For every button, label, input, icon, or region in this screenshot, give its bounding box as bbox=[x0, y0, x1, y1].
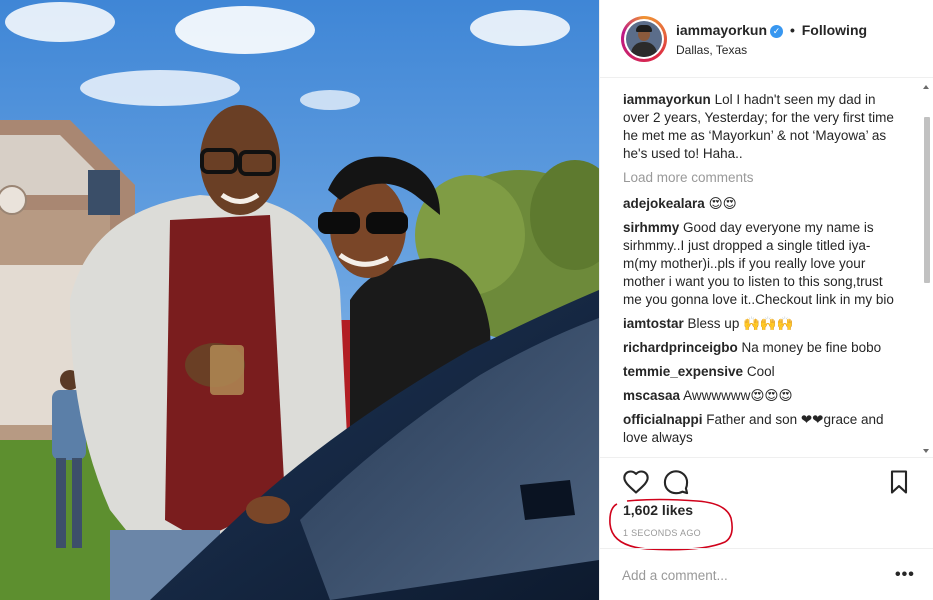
comment-text: Bless up 🙌🙌🙌 bbox=[687, 316, 794, 331]
scrollbar-thumb[interactable] bbox=[924, 117, 930, 283]
comment-text: 😍😍 bbox=[708, 196, 737, 211]
bookmark-icon[interactable] bbox=[885, 468, 913, 496]
comment-username[interactable]: officialnappi bbox=[623, 412, 703, 427]
comment-username[interactable]: iamtostar bbox=[623, 316, 684, 331]
header-user-line: iammayorkun ✓ • Following bbox=[676, 22, 867, 38]
scroll-up-arrow-icon[interactable] bbox=[923, 85, 929, 89]
location-link[interactable]: Dallas, Texas bbox=[676, 43, 747, 57]
post-actions: 1,602 likes 1 SECONDS AGO bbox=[600, 457, 933, 551]
comment-username[interactable]: richardprinceigbo bbox=[623, 340, 738, 355]
caption: iammayorkun Lol I hadn't seen my dad in … bbox=[623, 91, 897, 163]
comment-item: mscasaa Awwwwww😍😍😍 bbox=[623, 387, 897, 405]
comment-username[interactable]: adejokealara bbox=[623, 196, 705, 211]
comment-item: temmie_expensive Cool bbox=[623, 363, 897, 381]
comment-username[interactable]: temmie_expensive bbox=[623, 364, 743, 379]
comment-bubble-icon[interactable] bbox=[662, 468, 690, 496]
avatar-frame bbox=[624, 19, 664, 59]
post-side-panel: iammayorkun ✓ • Following Dallas, Texas i… bbox=[599, 0, 933, 600]
post-photo[interactable] bbox=[0, 0, 599, 600]
heart-icon[interactable] bbox=[622, 468, 650, 496]
comment-text: Na money be fine bobo bbox=[741, 340, 882, 355]
load-more-comments-button[interactable]: Load more comments bbox=[623, 169, 897, 187]
caption-username[interactable]: iammayorkun bbox=[623, 92, 711, 107]
comments-list[interactable]: iammayorkun Lol I hadn't seen my dad in … bbox=[600, 79, 933, 457]
comment-item: iamtostar Bless up 🙌🙌🙌 bbox=[623, 315, 897, 333]
add-comment-bar: ••• bbox=[600, 548, 933, 600]
scroll-down-arrow-icon[interactable] bbox=[923, 449, 929, 453]
comment-username[interactable]: mscasaa bbox=[623, 388, 680, 403]
more-options-icon[interactable]: ••• bbox=[895, 566, 915, 584]
following-button[interactable]: Following bbox=[802, 22, 867, 38]
verified-badge-icon: ✓ bbox=[770, 25, 784, 38]
post-timestamp: 1 SECONDS AGO bbox=[623, 528, 701, 538]
comment-item: adejokealara 😍😍 bbox=[623, 195, 897, 213]
comment-text: Awwwwww😍😍😍 bbox=[683, 388, 793, 403]
comment-text: Cool bbox=[746, 364, 775, 379]
comments-scrollbar[interactable] bbox=[922, 79, 931, 457]
likes-count[interactable]: 1,602 likes bbox=[623, 502, 693, 518]
header-username[interactable]: iammayorkun bbox=[676, 22, 767, 38]
comment-item: richardprinceigbo Na money be fine bobo bbox=[623, 339, 897, 357]
comment-username[interactable]: sirhmmy bbox=[623, 220, 679, 235]
post-header: iammayorkun ✓ • Following Dallas, Texas bbox=[600, 0, 933, 78]
header-separator: • bbox=[789, 22, 795, 38]
post-photo-image bbox=[0, 0, 599, 600]
comment-item: officialnappi Father and son ❤❤grace and… bbox=[623, 411, 897, 447]
comment-item: sirhmmy Good day everyone my name is sir… bbox=[623, 219, 897, 309]
avatar[interactable] bbox=[621, 16, 667, 62]
add-comment-input[interactable] bbox=[622, 565, 882, 585]
avatar-image bbox=[626, 21, 662, 57]
